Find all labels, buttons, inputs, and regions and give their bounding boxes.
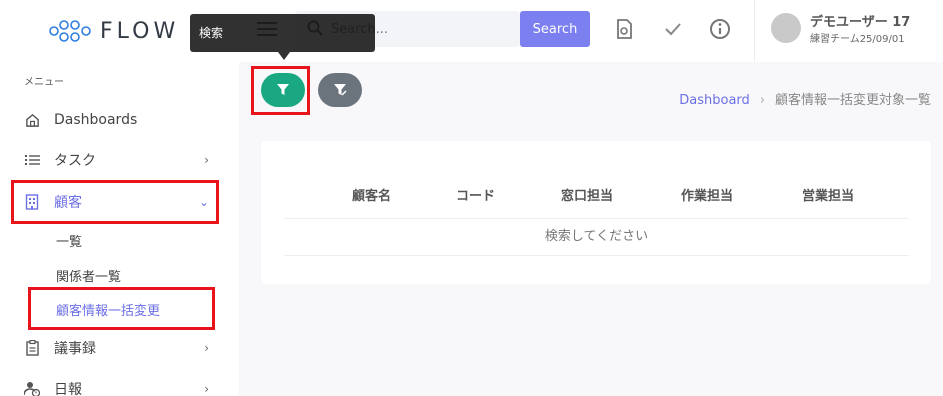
column-header-code[interactable]: コード (456, 185, 495, 204)
clear-filter-button[interactable] (318, 73, 362, 107)
breadcrumb: Dashboard › 顧客情報一括変更対象一覧 (679, 89, 931, 108)
sidebar-item-daily-report[interactable]: 日報 › (24, 377, 219, 396)
highlight-box-bulk-update (28, 287, 215, 330)
chevron-right-icon: › (204, 382, 209, 396)
info-icon[interactable] (709, 18, 731, 40)
empty-message: 検索してください (284, 219, 909, 256)
user-name: デモユーザー 17 (810, 15, 911, 30)
highlight-box-customers (11, 180, 219, 224)
search-button[interactable]: Search (520, 11, 590, 47)
sidebar: メニュー Dashboards タスク › 顧客 ⌄ 一覧 関係者一覧 顧客情報… (0, 62, 239, 396)
column-header-customer-name[interactable]: 顧客名 (352, 185, 391, 204)
sidebar-subitem-related-people[interactable]: 関係者一覧 (56, 266, 121, 285)
results-card: 顧客名 コード 窓口担当 作業担当 営業担当 検索してください (261, 141, 931, 284)
filter-icon (277, 84, 289, 95)
sidebar-item-dashboards[interactable]: Dashboards (24, 108, 219, 132)
sidebar-item-label: 日報 (54, 382, 82, 396)
chevron-right-icon: › (204, 341, 209, 355)
breadcrumb-separator: › (759, 93, 765, 108)
sidebar-item-minutes[interactable]: 議事録 › (24, 336, 219, 360)
sidebar-item-label: タスク (54, 153, 96, 169)
list-icon (24, 152, 40, 168)
clipboard-icon (24, 340, 40, 356)
logo-mark-icon (49, 20, 91, 42)
sidebar-item-tasks[interactable]: タスク › (24, 148, 219, 172)
breadcrumb-current: 顧客情報一括変更対象一覧 (774, 93, 931, 108)
check-icon[interactable] (662, 18, 684, 40)
breadcrumb-home[interactable]: Dashboard (679, 93, 750, 108)
app-logo[interactable]: FLOW (48, 14, 179, 48)
sidebar-item-label: 議事録 (54, 341, 96, 357)
clear-filter-icon (334, 84, 347, 96)
column-header-contact-person[interactable]: 窓口担当 (561, 185, 613, 204)
column-header-work-person[interactable]: 作業担当 (681, 185, 733, 204)
results-table: 顧客名 コード 窓口担当 作業担当 営業担当 検索してください (284, 179, 909, 256)
search-tooltip: 検索 (190, 14, 375, 52)
sidebar-item-label: Dashboards (54, 112, 138, 128)
user-clock-icon (24, 381, 40, 396)
tooltip-text: 検索 (199, 26, 224, 40)
top-header: FLOW Search デモユーザー 17 練習チーム25/09/01 (0, 0, 943, 62)
document-icon[interactable] (613, 18, 635, 40)
sidebar-subitem-list[interactable]: 一覧 (56, 231, 82, 250)
filter-button[interactable] (261, 73, 305, 107)
avatar (771, 13, 801, 43)
chevron-right-icon: › (204, 153, 209, 167)
menu-title: メニュー (24, 77, 64, 88)
column-header-sales-person[interactable]: 営業担当 (802, 185, 854, 204)
table-header-row: 顧客名 コード 窓口担当 作業担当 営業担当 (284, 179, 909, 219)
logo-text: FLOW (100, 18, 180, 44)
tooltip-arrow (278, 52, 290, 60)
home-icon (24, 112, 40, 128)
user-team: 練習チーム25/09/01 (810, 34, 905, 45)
user-menu[interactable]: デモユーザー 17 練習チーム25/09/01 (754, 0, 943, 62)
